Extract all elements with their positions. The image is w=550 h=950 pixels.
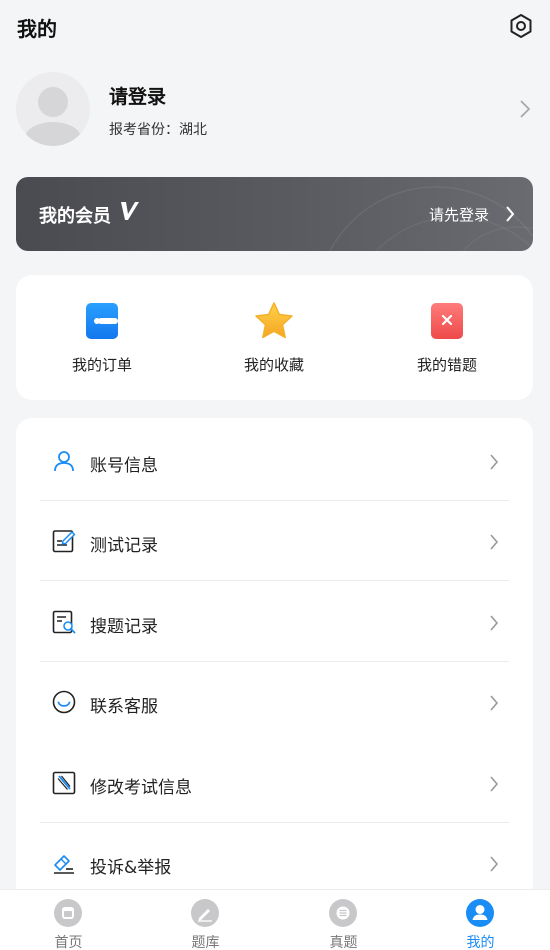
- tab-label: 首页: [54, 935, 83, 950]
- exam-province: 报考省份：湖北: [109, 122, 207, 138]
- shortcut-panel: 我的订单 我的收藏 我的错题: [16, 275, 533, 400]
- top-bar: 我的: [0, 0, 550, 52]
- divider: [40, 580, 509, 581]
- edit-record-icon: [52, 529, 76, 553]
- chevron-right-icon: [489, 775, 499, 793]
- chevron-right-icon: [489, 533, 499, 551]
- vip-decoration: [256, 177, 533, 251]
- chevron-right-icon: [518, 98, 532, 120]
- profile-card[interactable]: 请登录 报考省份：湖北: [16, 70, 536, 150]
- customer-service-icon: [52, 690, 76, 714]
- tab-past-papers[interactable]: 真题: [275, 890, 412, 950]
- chevron-right-icon: [489, 694, 499, 712]
- tab-label: 我的: [466, 935, 495, 950]
- modify-exam-icon: [52, 771, 76, 795]
- shortcut-label: 我的订单: [71, 356, 132, 374]
- chevron-right-icon: [505, 205, 515, 223]
- menu-item-label: 测试记录: [90, 536, 158, 556]
- tab-home[interactable]: 首页: [0, 890, 137, 950]
- user-icon: [52, 449, 76, 473]
- settings-icon[interactable]: [508, 13, 534, 39]
- menu-item-label: 联系客服: [90, 697, 158, 717]
- menu-item-test-records[interactable]: 测试记录: [40, 501, 509, 581]
- my-favorites-button[interactable]: 我的收藏: [188, 275, 360, 400]
- menu-item-label: 修改考试信息: [90, 778, 192, 798]
- tab-profile[interactable]: 我的: [412, 890, 549, 950]
- page-title: 我的: [17, 17, 57, 41]
- complaint-icon: [52, 851, 76, 875]
- home-icon: [53, 898, 83, 928]
- vip-login-prompt[interactable]: 请先登录: [429, 204, 489, 225]
- menu-item-account-info[interactable]: 账号信息: [40, 421, 509, 501]
- past-papers-icon: [328, 898, 358, 928]
- profile-icon: [465, 898, 495, 928]
- menu-item-search-records[interactable]: 搜题记录: [40, 582, 509, 662]
- menu-item-label: 搜题记录: [90, 617, 158, 637]
- shortcut-label: 我的收藏: [243, 356, 304, 374]
- menu-item-customer-service[interactable]: 联系客服: [40, 662, 509, 742]
- vip-v-icon: [120, 200, 140, 222]
- tab-label: 题库: [191, 935, 220, 950]
- question-bank-icon: [190, 898, 220, 928]
- tab-question-bank[interactable]: 题库: [137, 890, 274, 950]
- my-orders-button[interactable]: 我的订单: [16, 275, 188, 400]
- search-record-icon: [52, 610, 76, 634]
- settings-menu: 账号信息 测试记录 搜题记录 联系客服 修改考试信息 投诉&举报: [16, 418, 533, 898]
- chevron-right-icon: [489, 855, 499, 873]
- tab-label: 真题: [329, 935, 358, 950]
- chevron-right-icon: [489, 453, 499, 471]
- menu-item-label: 账号信息: [90, 456, 158, 476]
- chevron-right-icon: [489, 614, 499, 632]
- menu-item-label: 投诉&举报: [90, 858, 172, 878]
- bottom-tab-bar: 首页 题库 真题 我的: [0, 889, 550, 950]
- menu-item-modify-exam-info[interactable]: 修改考试信息: [40, 743, 509, 823]
- vip-title: 我的会员: [39, 206, 111, 227]
- star-icon: [254, 301, 294, 341]
- order-icon: [82, 301, 122, 341]
- avatar[interactable]: [16, 72, 90, 146]
- wrong-answer-icon: [427, 301, 467, 341]
- my-mistakes-button[interactable]: 我的错题: [361, 275, 533, 400]
- shortcut-label: 我的错题: [416, 356, 477, 374]
- login-prompt[interactable]: 请登录: [109, 82, 166, 109]
- vip-banner[interactable]: 我的会员 请先登录: [16, 177, 533, 251]
